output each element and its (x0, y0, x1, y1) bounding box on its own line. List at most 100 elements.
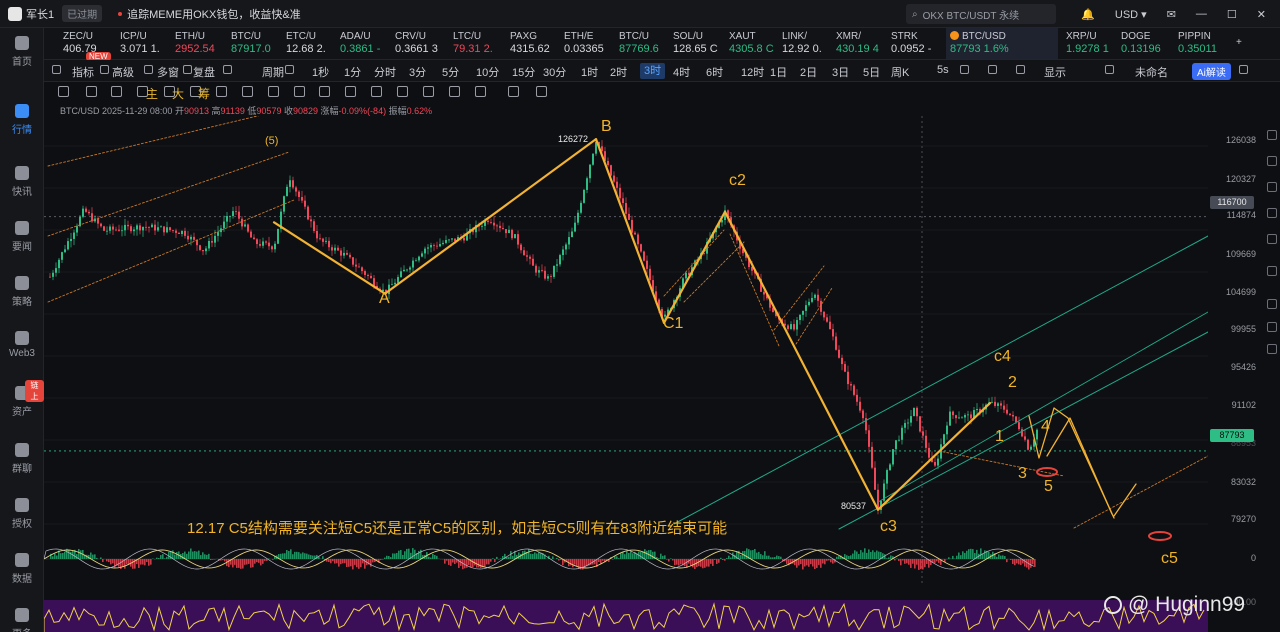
notice-banner[interactable]: 追踪MEME用OKX钱包，收益快&准 (118, 6, 301, 22)
toolbar-item-12[interactable]: 30分 (543, 64, 566, 80)
sidebar-item-5[interactable]: Web3 (0, 331, 44, 359)
side-tool-icon-1[interactable] (1267, 156, 1277, 166)
toolbar-item-4[interactable]: 周期 (262, 64, 284, 80)
add-ticker-button[interactable]: + (1236, 36, 1242, 49)
drawing-tool-icon-11[interactable] (345, 86, 356, 97)
toolbar-item-16[interactable]: 4时 (673, 64, 690, 80)
replay-icon[interactable] (223, 65, 232, 74)
side-tool-icon-6[interactable] (1267, 299, 1277, 309)
toolbar-item-10[interactable]: 10分 (476, 64, 499, 80)
drawing-tool-icon-18[interactable] (536, 86, 547, 97)
ticker-19[interactable]: PIPPIN 0.35011 (1178, 30, 1217, 56)
toolbar-item-5[interactable]: 1秒 (312, 64, 329, 80)
drawing-tool-icon-12[interactable] (371, 86, 382, 97)
panel-label-0[interactable]: 主 (146, 85, 158, 102)
toolbar-item-23[interactable]: 周K (891, 64, 909, 80)
toolbar-item-14[interactable]: 2时 (610, 64, 627, 80)
toolbar-item-20[interactable]: 2日 (800, 64, 817, 80)
multiwindow-icon[interactable] (183, 65, 192, 74)
sidebar-item-3[interactable]: 要闻 (0, 221, 44, 253)
sidebar-item-1[interactable]: 行情 (0, 104, 44, 136)
drawing-tool-icon-8[interactable] (268, 86, 279, 97)
toolbar-item-18[interactable]: 12时 (741, 64, 764, 80)
menu-icon[interactable] (52, 65, 61, 74)
drawing-tool-icon-1[interactable] (86, 86, 97, 97)
toolbar-item-0[interactable]: 指标 (72, 64, 94, 80)
toolbar-item-26[interactable]: 未命名 (1135, 64, 1168, 80)
advanced-icon[interactable] (144, 65, 153, 74)
drawing-tool-icon-0[interactable] (58, 86, 69, 97)
drawing-tool-icon-7[interactable] (242, 86, 253, 97)
ticker-3[interactable]: BTC/U 87917.0 (231, 30, 271, 56)
drawing-tool-icon-2[interactable] (111, 86, 122, 97)
sidebar-item-9[interactable]: 数据 (0, 553, 44, 585)
indicator-icon[interactable] (100, 65, 109, 74)
ticker-15[interactable]: STRK 0.0952 - (891, 30, 931, 56)
side-tool-icon-7[interactable] (1267, 322, 1277, 332)
side-tool-icon-2[interactable] (1267, 182, 1277, 192)
ticker-18[interactable]: DOGE 0.13196 (1121, 30, 1161, 56)
sidebar-item-7[interactable]: 群聊 (0, 443, 44, 475)
ticker-7[interactable]: LTC/U 79.31 2. (453, 30, 493, 56)
ticker-13[interactable]: LINK/12.92 0. (782, 30, 822, 56)
panel-label-2[interactable]: 筹 (198, 85, 210, 102)
toolbar-item-7[interactable]: 分时 (374, 64, 396, 80)
toolbar-item-2[interactable]: 多窗 (157, 64, 179, 80)
search-input[interactable]: ⌕ OKX BTC/USDT 永续 (906, 4, 1056, 24)
ticker-0[interactable]: ZEC/U 406.79 (63, 30, 97, 56)
chevron-down-icon[interactable] (285, 65, 294, 74)
toolbar-item-19[interactable]: 1日 (770, 64, 787, 80)
currency-select[interactable]: USD ▾ (1115, 8, 1147, 21)
edit-icon[interactable] (988, 65, 997, 74)
ticker-16[interactable]: BTC/USD 87793 1.6% (946, 28, 1058, 59)
ticker-14[interactable]: XMR/430.19 4 (836, 30, 879, 56)
bell-icon[interactable]: 🔔 (1081, 8, 1095, 21)
sidebar-item-6[interactable]: 资产 链上 (0, 380, 44, 418)
drawing-tool-icon-16[interactable] (475, 86, 486, 97)
side-tool-icon-3[interactable] (1267, 208, 1277, 218)
side-tool-icon-4[interactable] (1267, 234, 1277, 244)
share-icon[interactable] (1239, 65, 1248, 74)
drawing-tool-icon-10[interactable] (319, 86, 330, 97)
ticker-8[interactable]: PAXG 4315.62 (510, 30, 550, 56)
ticker-4[interactable]: ETC/U 12.68 2. (286, 30, 326, 56)
drawing-tool-icon-13[interactable] (397, 86, 408, 97)
ticker-2[interactable]: ETH/U 2952.54 (175, 30, 215, 56)
toolbar-item-25[interactable]: 显示 (1044, 64, 1066, 80)
sidebar-item-4[interactable]: 策略 (0, 276, 44, 308)
toolbar-item-22[interactable]: 5日 (863, 64, 880, 80)
panel-label-1[interactable]: 大 (172, 85, 184, 102)
ticker-12[interactable]: XAUT 4305.8 C (729, 30, 774, 56)
close-icon[interactable]: ✕ (1257, 8, 1266, 21)
drawing-tool-icon-9[interactable] (294, 86, 305, 97)
toolbar-item-13[interactable]: 1时 (581, 64, 598, 80)
sidebar-item-0[interactable]: 首页 (0, 36, 44, 68)
toolbar-item-15[interactable]: 3时 (640, 63, 666, 79)
toolbar-item-27[interactable]: Ai解读 (1192, 63, 1231, 80)
ticker-5[interactable]: ADA/U 0.3861 - (340, 30, 380, 56)
side-tool-icon-8[interactable] (1267, 344, 1277, 354)
ticker-6[interactable]: CRV/U 0.3661 3 (395, 30, 438, 56)
toolbar-item-3[interactable]: 复盘 (193, 64, 215, 80)
toolbar-item-11[interactable]: 15分 (512, 64, 535, 80)
sidebar-item-2[interactable]: 快讯 (0, 166, 44, 198)
toolbar-item-8[interactable]: 3分 (409, 64, 426, 80)
chevron-down-icon[interactable] (1105, 65, 1114, 74)
mail-icon[interactable]: ✉ (1167, 8, 1176, 21)
toolbar-item-1[interactable]: 高级 (112, 64, 134, 80)
drawing-tool-icon-17[interactable] (508, 86, 519, 97)
drawing-tool-icon-15[interactable] (449, 86, 460, 97)
price-chart[interactable] (44, 116, 1208, 632)
ticker-10[interactable]: BTC/U 87769.6 (619, 30, 659, 56)
ticker-11[interactable]: SOL/U 128.65 C (673, 30, 718, 56)
ticker-1[interactable]: ICP/U 3.071 1. (120, 30, 160, 56)
minimize-icon[interactable]: — (1196, 8, 1207, 20)
toolbar-item-17[interactable]: 6时 (706, 64, 723, 80)
side-tool-icon-0[interactable] (1267, 130, 1277, 140)
sidebar-item-8[interactable]: 授权 (0, 498, 44, 530)
sidebar-item-10[interactable]: 更多 (0, 608, 44, 632)
ticker-9[interactable]: ETH/E 0.03365 (564, 30, 604, 56)
drawing-tool-icon-14[interactable] (423, 86, 434, 97)
camera-icon[interactable] (960, 65, 969, 74)
maximize-icon[interactable]: ☐ (1227, 8, 1237, 21)
